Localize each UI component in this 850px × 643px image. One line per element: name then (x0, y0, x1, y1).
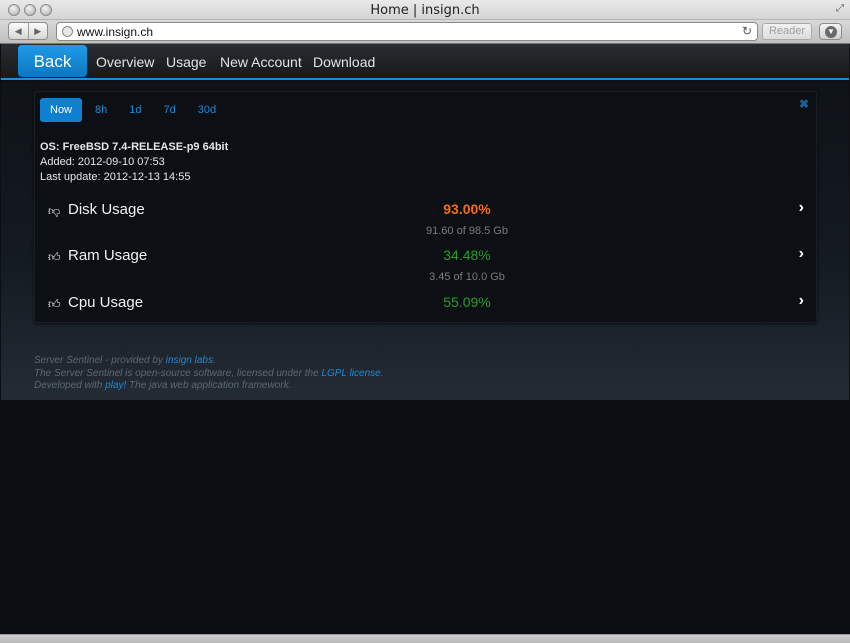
thumbs-down-icon: 👎︎ (48, 204, 61, 218)
tab-8h[interactable]: 8h (86, 98, 116, 122)
tab-now[interactable]: Now (40, 98, 83, 122)
reload-icon[interactable]: ↻ (742, 24, 752, 38)
metric-label: Ram Usage (68, 247, 148, 264)
lgpl-license-link[interactable]: LGPL license (321, 368, 380, 379)
reader-button[interactable]: Reader (762, 23, 812, 40)
window-title: Home | insign.ch (370, 3, 480, 18)
history-nav: ◀ ▶ (8, 22, 48, 40)
server-panel: ✖ Now 8h 1d 7d 30d OS: FreeBSD 7.4-RELEA… (34, 91, 817, 323)
fullscreen-icon[interactable]: ⤢ (836, 3, 844, 14)
server-added: Added: 2012-09-10 07:53 (40, 156, 165, 168)
play-framework-link[interactable]: play! (105, 380, 126, 391)
url-text[interactable]: www.insign.ch (77, 25, 153, 39)
close-icon[interactable]: ✖ (799, 97, 809, 111)
forward-arrow-icon[interactable]: ▶ (27, 23, 48, 39)
thumbs-up-icon: 👍︎ (48, 297, 61, 311)
nav-link-overview[interactable]: Overview (96, 54, 154, 70)
app-navbar: Back Overview Usage New Account Download (1, 44, 849, 80)
tab-30d[interactable]: 30d (189, 98, 225, 122)
footer-line-3: Developed with play! The java web applic… (34, 380, 383, 393)
page-footer: Server Sentinel - provided by insign lab… (34, 355, 383, 393)
nav-link-download[interactable]: Download (313, 54, 375, 70)
download-arrow-icon: ▼ (825, 26, 837, 38)
server-os: OS: FreeBSD 7.4-RELEASE-p9 64bit (40, 141, 229, 153)
footer-line-1: Server Sentinel - provided by insign lab… (34, 355, 383, 368)
address-bar[interactable]: www.insign.ch ↻ (56, 22, 758, 41)
server-last-update: Last update: 2012-12-13 14:55 (40, 171, 191, 183)
metric-detail: 91.60 of 98.5 Gb (426, 225, 508, 237)
footer-line-2: The Server Sentinel is open-source softw… (34, 368, 383, 381)
metric-label: Disk Usage (68, 201, 145, 218)
metric-label: Cpu Usage (68, 294, 144, 311)
browser-titlebar: Home | insign.ch ⤢ (0, 0, 850, 20)
footer-text: The java web application framework. (126, 380, 292, 391)
time-range-tabs: Now 8h 1d 7d 30d (40, 98, 229, 122)
metric-percent: 34.48% (443, 247, 491, 263)
metric-percent: 55.09% (443, 294, 491, 310)
web-page: Back Overview Usage New Account Download… (1, 44, 849, 634)
browser-toolbar: ◀ ▶ www.insign.ch ↻ Reader ▼ (0, 20, 850, 44)
insign-labs-link[interactable]: insign labs (166, 355, 213, 366)
globe-icon (62, 26, 73, 37)
chevron-right-icon[interactable]: › (799, 245, 804, 263)
back-arrow-icon[interactable]: ◀ (9, 23, 28, 39)
metric-detail: 3.45 of 10.0 Gb (429, 271, 505, 283)
footer-text: . (380, 367, 384, 379)
nav-link-usage[interactable]: Usage (166, 54, 206, 70)
horizontal-scrollbar[interactable] (0, 634, 850, 643)
chevron-right-icon[interactable]: › (799, 199, 804, 217)
metric-percent: 93.00% (443, 201, 491, 217)
back-button[interactable]: Back (18, 45, 87, 77)
footer-text: Developed with (34, 380, 106, 391)
footer-text: The Server Sentinel is open-source softw… (34, 367, 322, 379)
thumbs-up-icon: 👍︎ (48, 250, 61, 264)
tab-1d[interactable]: 1d (120, 98, 150, 122)
chevron-right-icon[interactable]: › (799, 292, 804, 310)
tab-7d[interactable]: 7d (155, 98, 185, 122)
footer-text: . (213, 355, 216, 366)
downloads-button[interactable]: ▼ (819, 23, 842, 40)
footer-text: Server Sentinel - provided by (34, 355, 166, 366)
nav-link-new-account[interactable]: New Account (220, 54, 302, 70)
